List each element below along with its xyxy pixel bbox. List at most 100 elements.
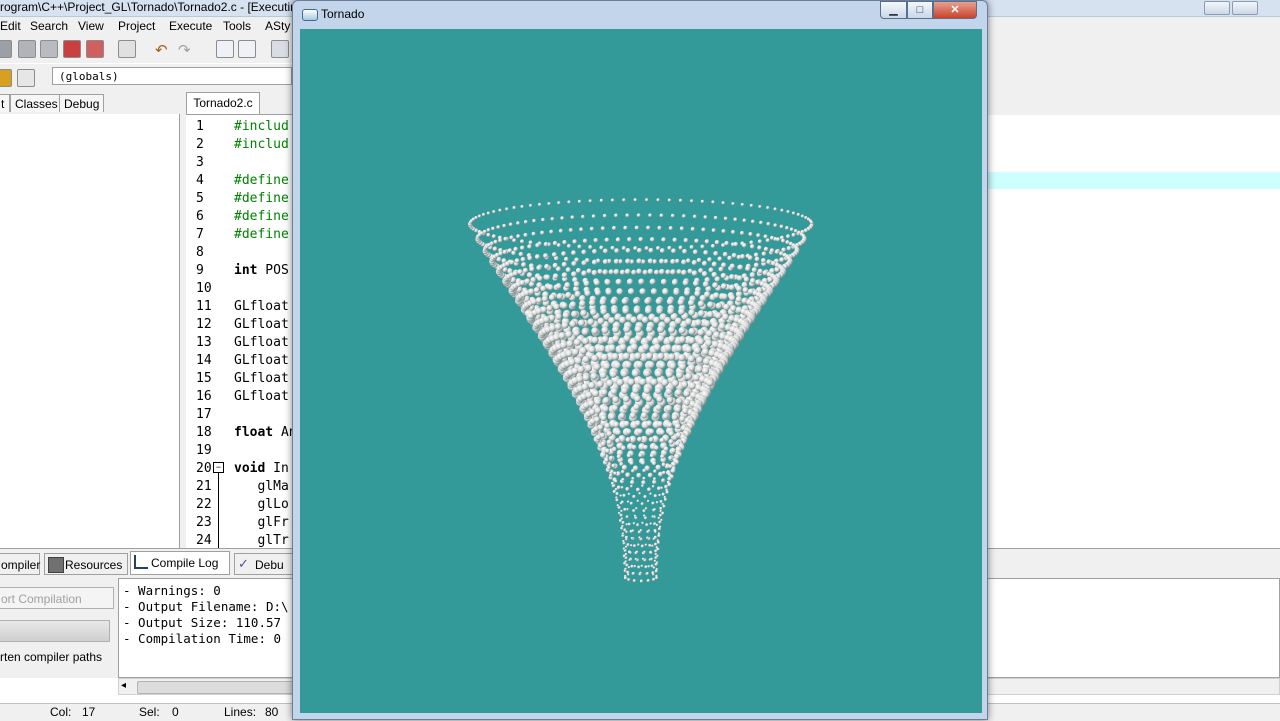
menu-search[interactable]: Search xyxy=(30,17,68,35)
tab-compiler[interactable]: ompiler xyxy=(0,553,40,575)
particle xyxy=(631,476,635,481)
print-icon[interactable] xyxy=(118,40,136,58)
particle xyxy=(800,214,805,218)
scope-combo[interactable]: (globals) xyxy=(52,67,292,85)
particle xyxy=(613,361,621,369)
minimize-button[interactable]: ▁ xyxy=(880,1,907,19)
particle xyxy=(615,429,622,436)
fold-toggle-icon[interactable]: − xyxy=(213,462,224,473)
menu-astyle[interactable]: ASty xyxy=(265,17,290,35)
tornado-window[interactable]: Tornado ▁ □ ✕ xyxy=(292,0,988,720)
particle xyxy=(679,226,684,231)
particle xyxy=(642,269,648,275)
undo-icon[interactable]: ↶ xyxy=(155,41,168,59)
ide-restore-button[interactable] xyxy=(1232,1,1258,15)
code-editor[interactable]: 1 2 3 4 5 6 7 8 9 10 11 12 13 14 15 16 17 18 19 20 21 22 23 24 … xyxy=(186,114,297,549)
particle xyxy=(599,432,606,439)
line-number: 2 xyxy=(196,137,204,152)
particle xyxy=(649,237,655,242)
particle xyxy=(721,262,727,268)
close-icon[interactable] xyxy=(63,40,81,58)
particle xyxy=(619,343,627,352)
particle xyxy=(766,259,772,265)
particle xyxy=(753,252,759,258)
particle xyxy=(706,379,714,387)
menu-tools[interactable]: Tools xyxy=(223,17,251,35)
particle xyxy=(661,237,666,242)
particle xyxy=(648,247,654,253)
replace-icon[interactable] xyxy=(238,40,256,58)
class-browser[interactable] xyxy=(0,114,180,548)
shorten-paths-checkbox-label[interactable]: rten compiler paths xyxy=(0,650,102,664)
tab-debug-output[interactable]: ✓ Debu xyxy=(234,553,296,575)
menu-edit[interactable]: Edit xyxy=(0,17,21,35)
compile-run-icon[interactable] xyxy=(0,69,12,87)
particle xyxy=(621,246,626,251)
particle xyxy=(622,395,630,403)
tab-resources[interactable]: Resources xyxy=(44,553,128,575)
particle xyxy=(728,284,735,291)
particle xyxy=(544,263,550,270)
particle xyxy=(656,421,663,427)
close-file-icon[interactable] xyxy=(0,40,12,58)
particle xyxy=(646,579,650,583)
line-number: 21 xyxy=(196,479,212,494)
particle xyxy=(695,365,703,373)
particle xyxy=(638,236,644,242)
particle xyxy=(599,198,604,203)
scroll-thumb[interactable] xyxy=(137,681,299,694)
particle xyxy=(624,268,631,275)
menu-execute[interactable]: Execute xyxy=(169,17,212,35)
log-line: - Compilation Time: 0 xyxy=(123,631,282,646)
save-icon[interactable] xyxy=(18,40,36,58)
redo-icon[interactable]: ↷ xyxy=(178,41,191,59)
particle xyxy=(694,238,699,244)
bookmark-icon[interactable] xyxy=(17,69,35,87)
particle xyxy=(512,270,518,276)
find-icon[interactable] xyxy=(216,40,234,58)
particle xyxy=(619,269,626,275)
tab-debug[interactable]: Debug xyxy=(59,94,105,112)
particle xyxy=(760,257,767,264)
particle xyxy=(701,348,710,356)
particle xyxy=(579,300,586,307)
particle xyxy=(577,199,582,204)
particle xyxy=(602,213,607,218)
log-line: - Warnings: 0 xyxy=(123,583,221,598)
particle xyxy=(707,301,714,309)
particle xyxy=(498,208,502,212)
particle xyxy=(692,374,701,382)
tab-classes[interactable]: Classes xyxy=(10,94,63,112)
particle xyxy=(688,309,696,316)
particle xyxy=(657,527,662,531)
close-all-icon[interactable] xyxy=(86,40,104,58)
tab-tornado2-c[interactable]: Tornado2.c xyxy=(186,92,260,114)
particle xyxy=(670,448,676,453)
particle xyxy=(636,487,640,492)
particle xyxy=(659,509,663,513)
maximize-button[interactable]: □ xyxy=(907,1,933,19)
particle xyxy=(657,534,661,538)
particle xyxy=(666,422,673,428)
tab-project[interactable]: t xyxy=(0,94,10,112)
menu-project[interactable]: Project xyxy=(118,17,155,35)
opengl-canvas[interactable] xyxy=(300,29,982,713)
ide-minimize-button[interactable] xyxy=(1204,1,1230,15)
particle xyxy=(659,429,665,436)
tab-compile-log[interactable]: Compile Log xyxy=(130,551,230,575)
particle xyxy=(649,278,656,285)
particle xyxy=(605,448,610,454)
particle xyxy=(652,573,655,576)
particle xyxy=(718,322,726,330)
scroll-left-icon[interactable]: ◂ xyxy=(121,680,126,691)
goto-icon[interactable] xyxy=(271,40,289,58)
save-all-icon[interactable] xyxy=(40,40,58,58)
particle xyxy=(586,268,592,274)
particle xyxy=(624,552,628,556)
particle xyxy=(656,246,661,251)
close-button[interactable]: ✕ xyxy=(933,1,977,19)
particle xyxy=(781,238,786,243)
tab-compile-log-label: Compile Log xyxy=(151,556,219,570)
abort-compilation-button[interactable]: ort Compilation xyxy=(0,587,114,609)
menu-view[interactable]: View xyxy=(78,17,104,35)
